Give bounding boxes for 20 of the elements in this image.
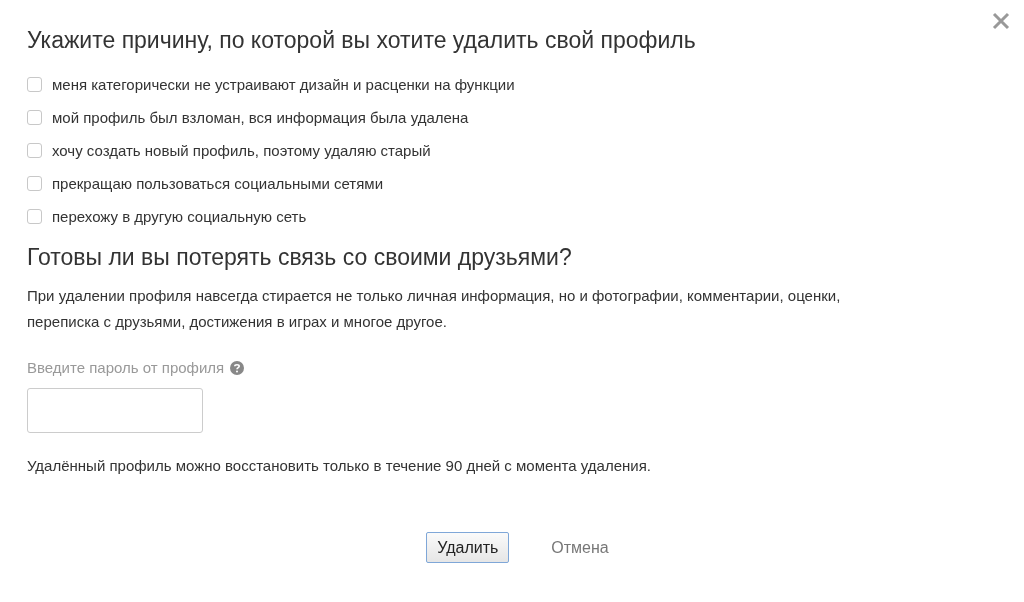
warning-text: При удалении профиля навсегда стирается не только личная информация, но и фотографии, комментарии, оценки, переписка с друзьями, достижения в играх и многое другое. — [27, 286, 842, 332]
checkbox-label: хочу создать новый профиль, поэтому удаляю старый — [52, 141, 431, 159]
restore-note: Удалённый профиль можно восстановить только в течение 90 дней с момента удаления. — [27, 457, 652, 474]
checkbox[interactable] — [27, 175, 42, 191]
checkbox[interactable] — [27, 142, 42, 158]
checkbox-label: мой профиль был взломан, вся информация была удалена — [52, 108, 469, 126]
dialog-title: Укажите причину, по которой вы хотите удалить свой профиль — [27, 26, 697, 55]
cancel-button[interactable]: Отмена — [551, 538, 609, 557]
password-field[interactable] — [27, 388, 203, 433]
checkbox[interactable] — [27, 208, 42, 224]
checkbox-label: меня категорически не устраивают дизайн и расценки на функции — [52, 75, 515, 93]
section-heading: Готовы ли вы потерять связь со своими друзьями? — [27, 243, 573, 272]
checkbox-label: перехожу в другую социальную сеть — [52, 207, 307, 225]
delete-button[interactable]: Удалить — [426, 532, 510, 563]
help-icon[interactable] — [230, 360, 245, 375]
field-label: Введите пароль от профиля — [27, 359, 225, 376]
checkbox-label: прекращаю пользоваться социальными сетями — [52, 174, 384, 192]
close-icon — [991, 11, 1011, 31]
checkbox[interactable] — [27, 109, 42, 125]
checkbox[interactable] — [27, 76, 42, 92]
